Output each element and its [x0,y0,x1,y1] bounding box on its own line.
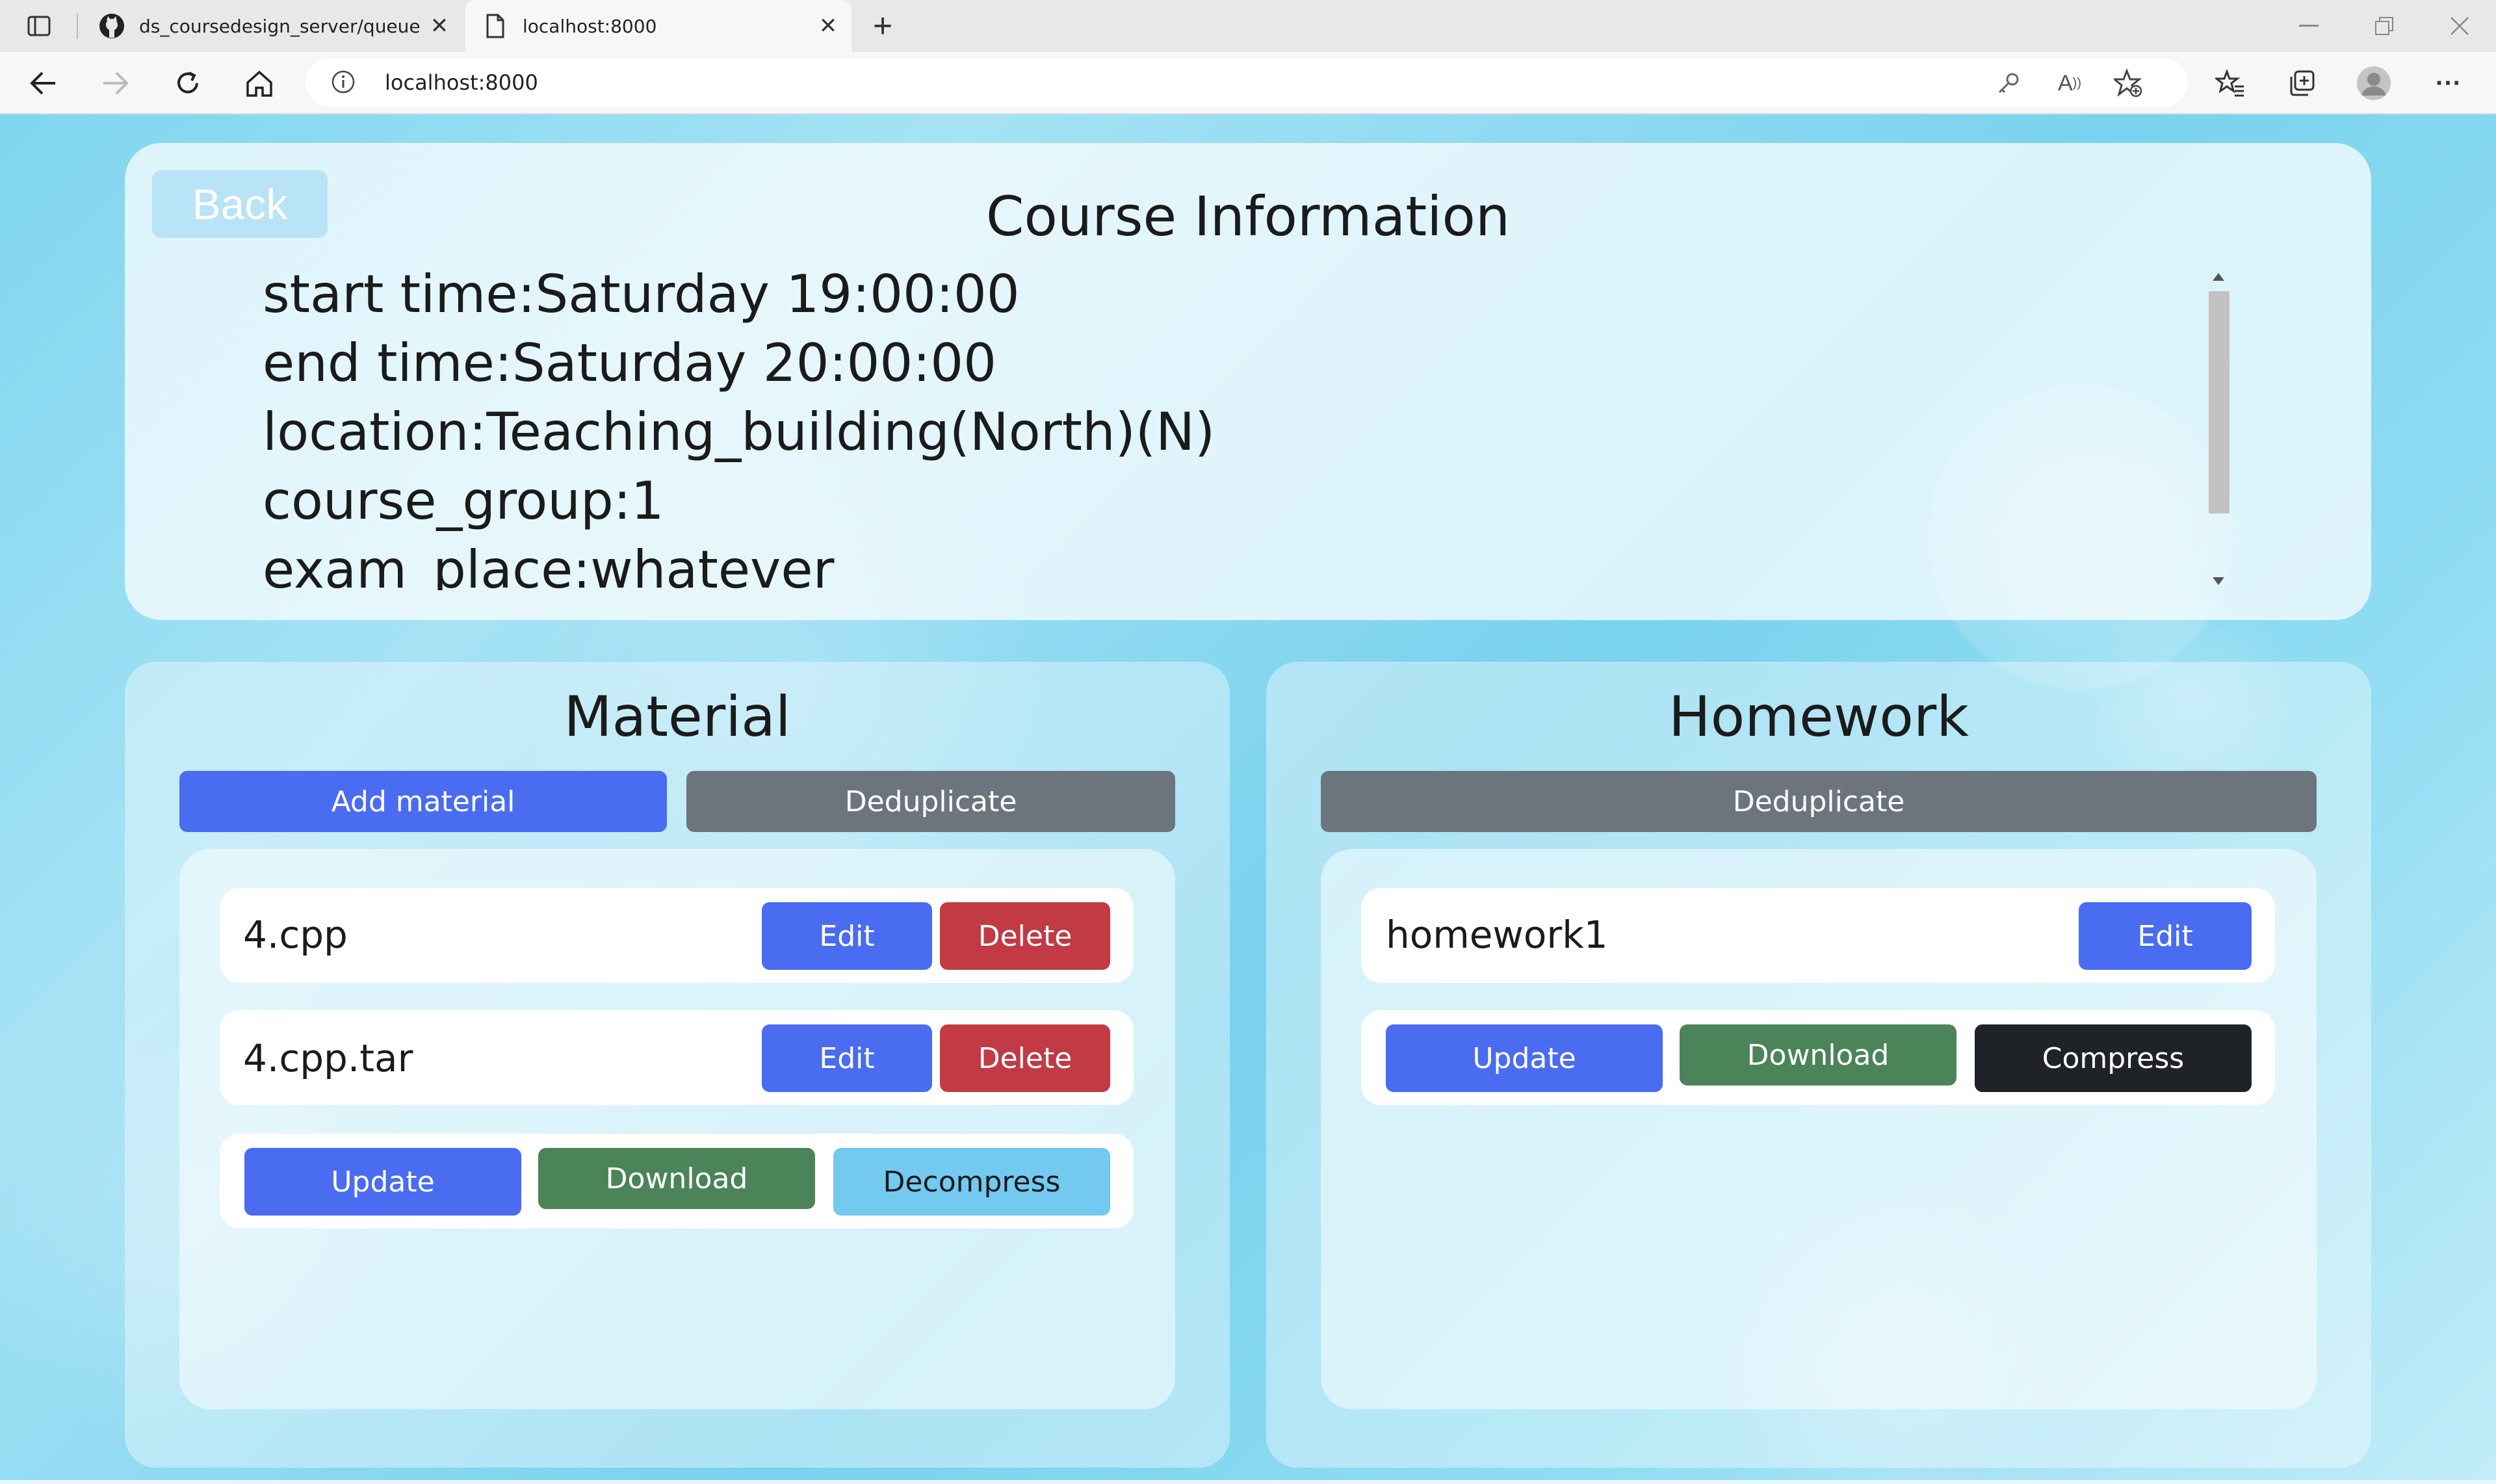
refresh-icon[interactable] [170,66,205,100]
info-course-group: course_group:1 [263,471,664,531]
url-text: localhost:8000 [385,70,538,95]
site-info-icon[interactable] [332,70,355,94]
back-button[interactable]: Back [152,170,328,238]
browser-tab-bar: ds_coursedesign_server/queue.p ✕ localho… [0,0,2496,52]
close-window-icon[interactable] [2422,0,2496,52]
homework-download-button[interactable]: Download [1680,1024,1956,1086]
forward-arrow-icon[interactable] [98,66,133,100]
homework-title: Homework [1668,684,1970,749]
material-update-button[interactable]: Update [244,1148,521,1216]
compress-button[interactable]: Compress [1975,1024,2252,1092]
more-options-icon[interactable]: ··· [2431,66,2466,100]
tab-separator [77,13,78,39]
material-file-name: 4.cpp [243,913,348,957]
info-location: location:Teaching_building(North)(N) [263,402,1216,462]
page-icon [481,12,510,40]
material-edit-button[interactable]: Edit [762,902,932,970]
collections-icon[interactable] [2284,66,2319,100]
github-icon [98,12,126,40]
material-download-button[interactable]: Download [538,1148,815,1209]
material-delete-button[interactable]: Delete [940,902,1110,970]
favorites-icon[interactable] [2213,66,2248,100]
decompress-button[interactable]: Decompress [833,1148,1110,1216]
tab-github[interactable]: ds_coursedesign_server/queue.p ✕ [82,0,463,52]
material-edit-button[interactable]: Edit [762,1024,932,1092]
back-arrow-icon[interactable] [26,66,61,100]
homework-deduplicate-button[interactable]: Deduplicate [1321,771,2317,832]
minimize-icon[interactable] [2271,0,2346,52]
tab-actions-icon[interactable] [25,13,53,39]
scrollbar[interactable] [2206,267,2231,592]
close-tab-icon[interactable]: ✕ [420,7,459,46]
material-delete-button[interactable]: Delete [940,1024,1110,1092]
material-file-name: 4.cpp.tar [243,1036,413,1080]
scroll-up-arrow-icon[interactable] [2213,273,2224,281]
homework-name: homework1 [1386,913,1608,957]
tab-title: localhost:8000 [523,15,657,37]
info-end-time: end time:Saturday 20:00:00 [263,333,997,393]
material-title: Material [564,684,791,749]
add-material-button[interactable]: Add material [179,771,667,832]
bottom-strip [0,1480,2496,1484]
course-info-title: Course Information [985,185,1511,248]
new-tab-button[interactable]: + [864,7,901,45]
homework-edit-button[interactable]: Edit [2079,902,2252,970]
material-deduplicate-button[interactable]: Deduplicate [686,771,1175,832]
tab-title: ds_coursedesign_server/queue.p [139,15,420,37]
course-info-scroll-area[interactable]: start time:Saturday 19:00:00 end time:Sa… [263,260,2206,590]
key-icon[interactable] [1993,68,2024,99]
home-icon[interactable] [242,66,277,100]
scroll-down-arrow-icon[interactable] [2213,577,2224,585]
read-aloud-icon[interactable]: A)) [2051,68,2088,99]
profile-avatar-icon[interactable] [2356,65,2392,101]
info-start-time: start time:Saturday 19:00:00 [263,264,1020,324]
add-favorite-icon[interactable] [2111,66,2145,100]
info-exam-place: exam_place:whatever [263,540,835,590]
homework-update-button[interactable]: Update [1386,1024,1663,1092]
scrollbar-thumb[interactable] [2209,291,2230,514]
restore-icon[interactable] [2346,0,2422,52]
close-tab-icon[interactable]: ✕ [809,7,848,46]
url-field[interactable]: localhost:8000 A)) [306,59,2188,107]
tab-localhost[interactable]: localhost:8000 ✕ [465,0,852,52]
address-bar: localhost:8000 A)) ··· [0,52,2496,114]
